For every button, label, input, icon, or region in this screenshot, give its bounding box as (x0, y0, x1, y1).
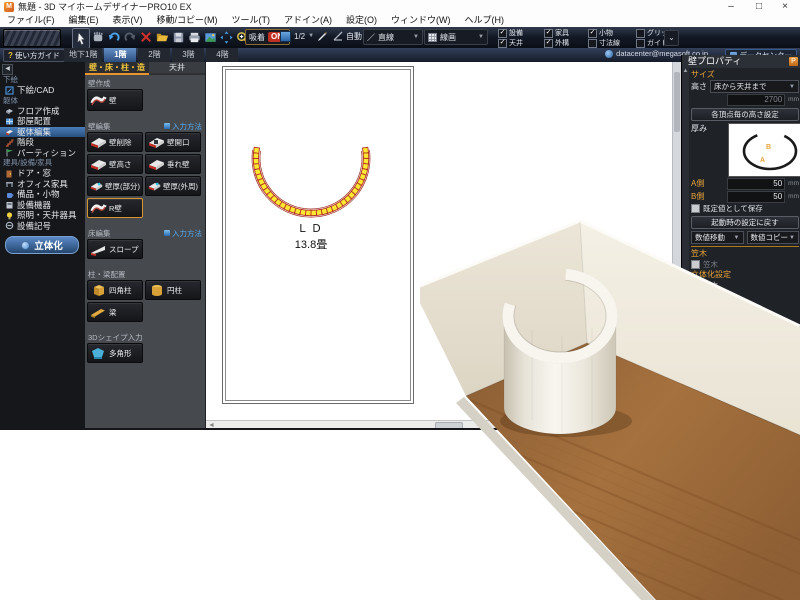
3d-preview[interactable] (0, 0, 800, 600)
app-window: M 無題 - 3D マイホームデザイナーPRO10 EX – □ × ファイル(… (0, 0, 800, 600)
